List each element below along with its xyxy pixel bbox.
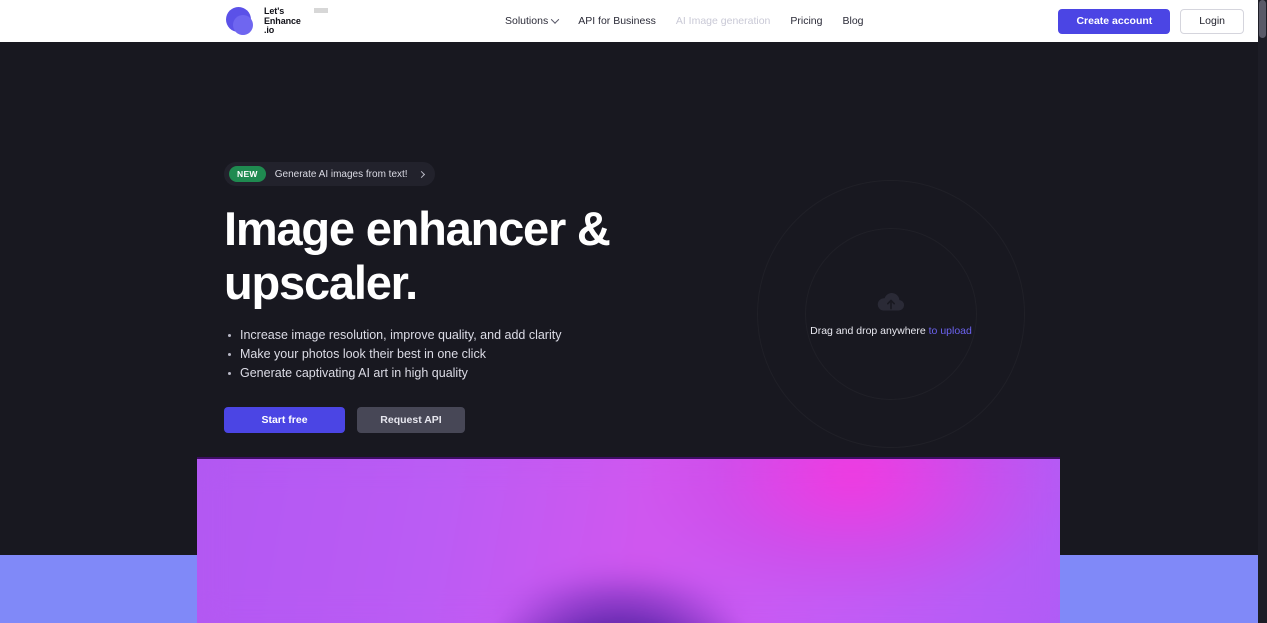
- upload-dropzone[interactable]: Drag and drop anywhere to upload: [757, 180, 1025, 448]
- chevron-down-icon: [550, 15, 560, 24]
- showcase-image-blur: [197, 459, 1060, 623]
- hero-content: NEW Generate AI images from text! Image …: [224, 162, 784, 433]
- list-item: Increase image resolution, improve quali…: [224, 326, 784, 345]
- list-item: Generate captivating AI art in high qual…: [224, 364, 784, 383]
- login-button[interactable]: Login: [1180, 8, 1244, 34]
- chevron-right-icon: [417, 170, 425, 178]
- logo-wordmark: Let's Enhance .io: [264, 6, 328, 36]
- site-header: Let's Enhance .io Solutions API for Busi…: [0, 0, 1258, 42]
- logo-line-3: .io: [264, 25, 275, 36]
- cloud-upload-icon: [877, 292, 905, 310]
- logo[interactable]: Let's Enhance .io: [224, 3, 328, 39]
- nav-item-pricing[interactable]: Pricing: [790, 15, 822, 27]
- hero-section: Drag and drop anywhere to upload NEW Gen…: [0, 42, 1258, 457]
- blob-logo-icon: [224, 4, 258, 38]
- nav-label-pricing: Pricing: [790, 15, 823, 27]
- create-account-button[interactable]: Create account: [1058, 8, 1171, 34]
- new-badge-label: Generate AI images from text!: [274, 168, 408, 180]
- main-navigation: Solutions API for Business AI Image gene…: [505, 0, 864, 42]
- cta-row: Start free Request API: [224, 407, 784, 433]
- header-actions: Create account Login: [1058, 0, 1244, 42]
- vertical-scrollbar[interactable]: [1258, 0, 1267, 623]
- feature-list: Increase image resolution, improve quali…: [224, 326, 784, 383]
- nav-label-api-for-business: API for Business: [578, 15, 656, 27]
- request-api-button[interactable]: Request API: [357, 407, 465, 433]
- start-free-button[interactable]: Start free: [224, 407, 345, 433]
- dropzone-upload-link[interactable]: to upload: [929, 325, 972, 337]
- dropzone-label: Drag and drop anywhere: [810, 324, 926, 337]
- dropzone-text: Drag and drop anywhere to upload: [810, 325, 972, 337]
- showcase-image: [197, 457, 1060, 623]
- logo-tag-decoration: [314, 8, 328, 14]
- nav-label-blog: Blog: [842, 15, 864, 27]
- list-item: Make your photos look their best in one …: [224, 345, 784, 364]
- new-feature-badge[interactable]: NEW Generate AI images from text!: [224, 162, 435, 186]
- scrollbar-thumb[interactable]: [1259, 0, 1266, 38]
- nav-label-ai-image-generation: AI Image generation: [675, 15, 771, 27]
- page-title: Image enhancer & upscaler.: [224, 202, 611, 309]
- nav-item-ai-image-generation[interactable]: AI Image generation: [676, 15, 771, 27]
- nav-label-solutions: Solutions: [505, 15, 549, 27]
- new-chip: NEW: [229, 166, 266, 182]
- nav-item-solutions[interactable]: Solutions: [505, 15, 560, 27]
- nav-item-api-for-business[interactable]: API for Business: [578, 15, 656, 27]
- nav-item-blog[interactable]: Blog: [843, 15, 864, 27]
- page-root: Let's Enhance .io Solutions API for Busi…: [0, 0, 1267, 623]
